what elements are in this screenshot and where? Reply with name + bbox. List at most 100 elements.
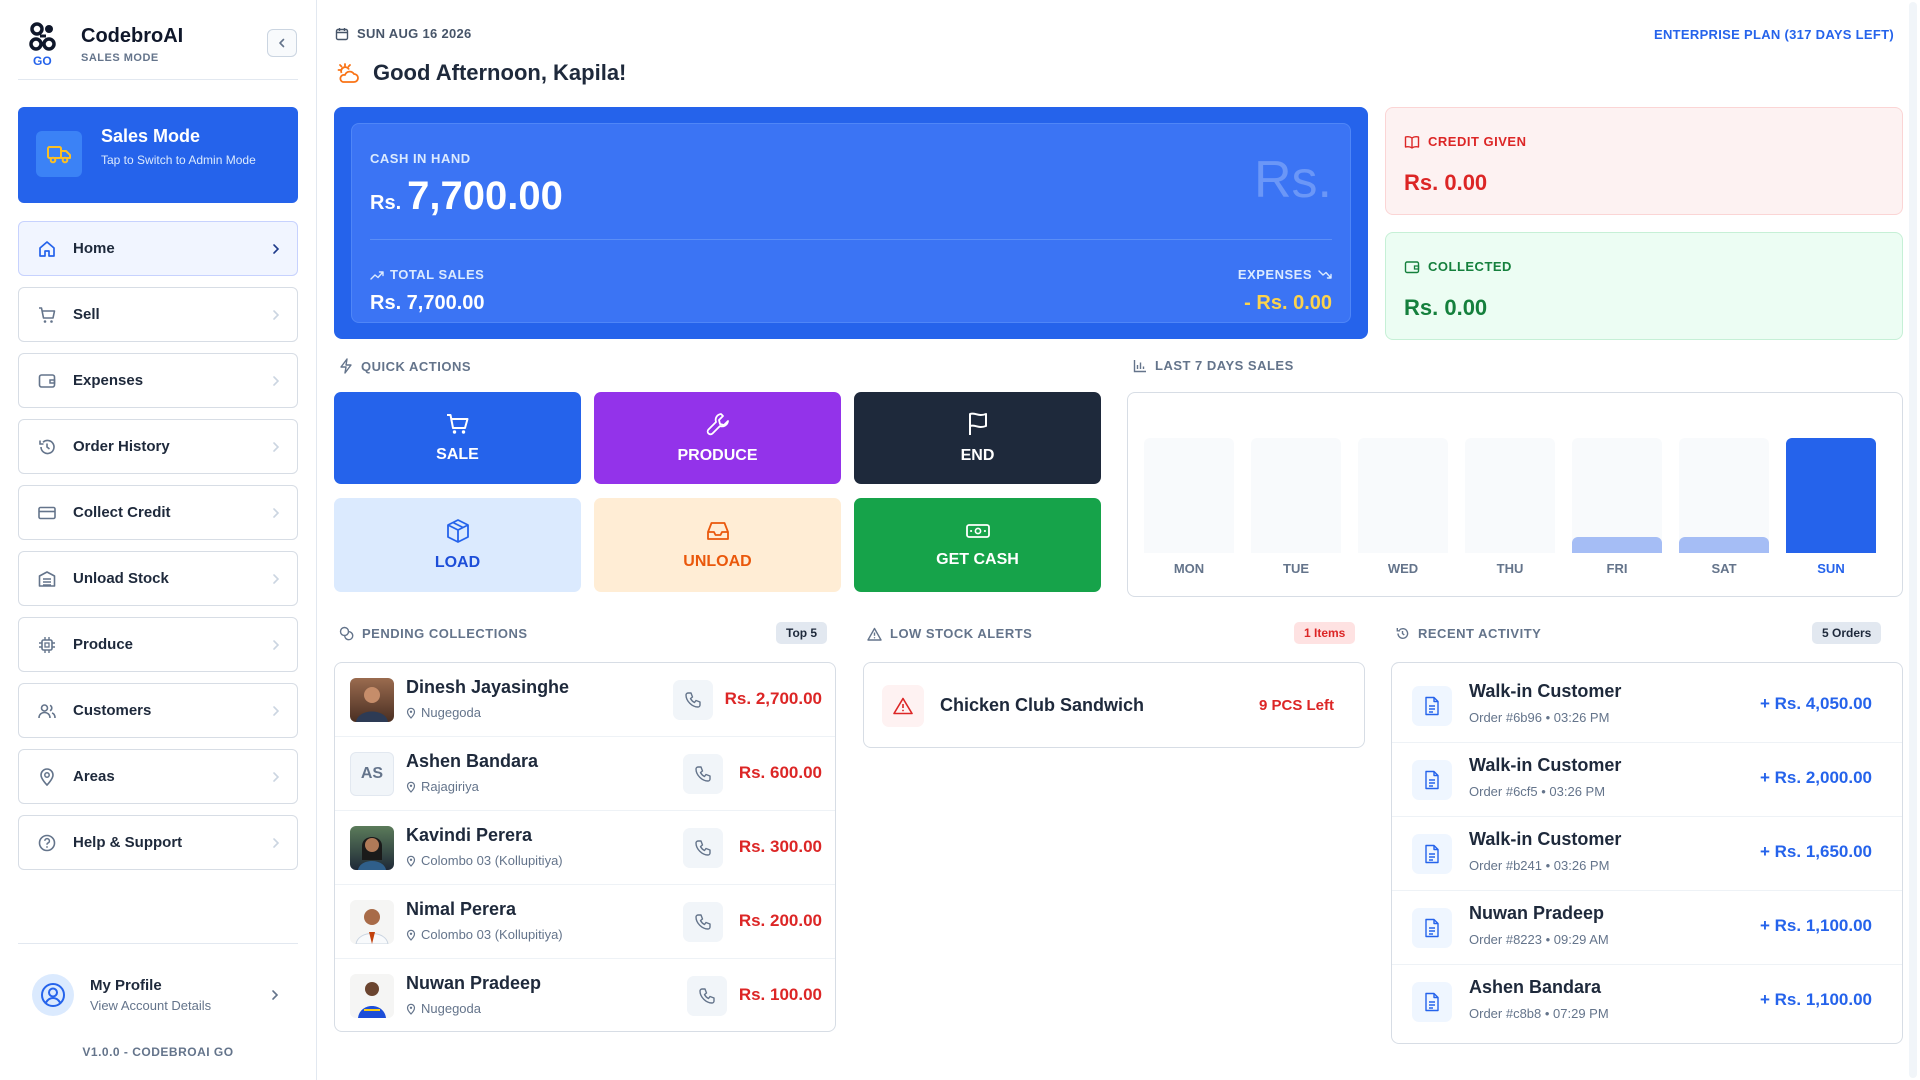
sidebar-item-sell[interactable]: Sell bbox=[18, 287, 298, 342]
sidebar-item-unload-stock[interactable]: Unload Stock bbox=[18, 551, 298, 606]
map-pin-icon bbox=[35, 765, 59, 789]
chip-icon bbox=[35, 633, 59, 657]
recent-activity-list: Walk-in Customer Order #6b96 • 03:26 PM … bbox=[1391, 662, 1903, 1044]
wallet-icon bbox=[1404, 260, 1420, 273]
chevron-right-icon bbox=[273, 705, 280, 716]
end-button[interactable]: END bbox=[854, 392, 1101, 484]
sidebar: GO CodebroAI SALES MODE Sales Mode Tap t… bbox=[0, 0, 317, 1080]
document-icon bbox=[1412, 834, 1452, 874]
greeting-text: Good Afternoon, Kapila! bbox=[373, 60, 627, 85]
history-icon bbox=[35, 435, 59, 459]
sidebar-item-label: Produce bbox=[73, 636, 134, 653]
customer-location-text: Nugegoda bbox=[421, 1001, 481, 1016]
current-date: SUN AUG 16 2026 bbox=[335, 26, 472, 41]
list-item[interactable]: Kavindi Perera Colombo 03 (Kollupitiya) … bbox=[335, 811, 835, 885]
activity-row[interactable]: Walk-in Customer Order #6cf5 • 03:26 PM … bbox=[1392, 743, 1902, 817]
sidebar-item-collect-credit[interactable]: Collect Credit bbox=[18, 485, 298, 540]
low-stock-item[interactable]: Chicken Club Sandwich 9 PCS Left bbox=[863, 662, 1365, 748]
load-button[interactable]: LOAD bbox=[334, 498, 581, 592]
credit-given-card: CREDIT GIVEN Rs. 0.00 bbox=[1385, 107, 1903, 215]
activity-row[interactable]: Ashen Bandara Order #c8b8 • 07:29 PM + R… bbox=[1392, 965, 1902, 1039]
chart-tick-label: MON bbox=[1173, 561, 1205, 576]
book-open-icon bbox=[1404, 135, 1420, 149]
get-cash-button[interactable]: GET CASH bbox=[854, 498, 1101, 592]
avatar bbox=[350, 900, 394, 944]
activity-amount: + Rs. 1,650.00 bbox=[1759, 842, 1872, 861]
sidebar-item-expenses[interactable]: Expenses bbox=[18, 353, 298, 408]
document-icon bbox=[1412, 686, 1452, 726]
activity-row[interactable]: Walk-in Customer Order #6b96 • 03:26 PM … bbox=[1392, 669, 1902, 743]
mode-title: Sales Mode bbox=[101, 126, 201, 146]
list-item[interactable]: Dinesh Jayasinghe Nugegoda Rs. 2,700.00 bbox=[335, 663, 835, 737]
list-item[interactable]: Nimal Perera Colombo 03 (Kollupitiya) Rs… bbox=[335, 885, 835, 959]
collapse-sidebar-button[interactable] bbox=[267, 29, 297, 57]
cash-in-hand-inner: CASH IN HAND Rs. 7,700.00 Rs. TOTAL SALE… bbox=[351, 123, 1351, 323]
phone-icon bbox=[695, 914, 711, 930]
activity-row[interactable]: Nuwan Pradeep Order #8223 • 09:29 AM + R… bbox=[1392, 891, 1902, 965]
profile-button[interactable]: My Profile View Account Details bbox=[18, 960, 298, 1030]
plan-link[interactable]: ENTERPRISE PLAN (317 DAYS LEFT) bbox=[1654, 27, 1894, 42]
phone-icon bbox=[685, 692, 701, 708]
wallet-icon bbox=[35, 369, 59, 393]
chart-tick-label: THU bbox=[1496, 561, 1524, 576]
sidebar-item-label: Unload Stock bbox=[73, 570, 169, 587]
home-icon bbox=[35, 237, 59, 261]
call-button[interactable] bbox=[683, 754, 723, 794]
low-stock-count-badge: 1 Items bbox=[1294, 622, 1356, 644]
coins-icon bbox=[339, 626, 354, 641]
switch-mode-card[interactable]: Sales Mode Tap to Switch to Admin Mode bbox=[18, 107, 298, 203]
credit-given-label: CREDIT GIVEN bbox=[1404, 134, 1526, 149]
document-icon bbox=[1412, 760, 1452, 800]
chart-bar-sun bbox=[1786, 438, 1876, 553]
unload-button[interactable]: UNLOAD bbox=[594, 498, 841, 592]
map-pin-icon bbox=[406, 781, 416, 793]
activity-amount: + Rs. 1,100.00 bbox=[1759, 916, 1872, 935]
phone-icon bbox=[699, 988, 715, 1004]
calendar-icon bbox=[335, 27, 349, 40]
chevron-right-icon bbox=[273, 639, 280, 650]
mode-subtitle: Tap to Switch to Admin Mode bbox=[101, 153, 256, 167]
chevron-right-icon bbox=[273, 573, 280, 584]
call-button[interactable] bbox=[683, 902, 723, 942]
document-icon bbox=[1412, 982, 1452, 1022]
list-item[interactable]: Nuwan Pradeep Nugegoda Rs. 100.00 bbox=[335, 959, 835, 1033]
load-label: LOAD bbox=[434, 554, 481, 571]
collected-value: Rs. 0.00 bbox=[1404, 295, 1488, 320]
warehouse-icon bbox=[35, 567, 59, 591]
map-pin-icon bbox=[406, 855, 416, 867]
unload-label: UNLOAD bbox=[683, 553, 752, 570]
sale-button[interactable]: SALE bbox=[334, 392, 581, 484]
page-scrollbar[interactable] bbox=[1909, 2, 1917, 1078]
call-button[interactable] bbox=[673, 680, 713, 720]
avatar bbox=[350, 678, 394, 722]
pending-amount: Rs. 300.00 bbox=[738, 837, 822, 856]
pending-amount: Rs. 100.00 bbox=[738, 985, 822, 1004]
call-button[interactable] bbox=[683, 828, 723, 868]
date-text: SUN AUG 16 2026 bbox=[357, 26, 472, 41]
pending-count-badge: Top 5 bbox=[776, 622, 828, 644]
chart-tick-label: TUE bbox=[1283, 561, 1309, 576]
sidebar-item-home[interactable]: Home bbox=[18, 221, 298, 276]
wrench-icon bbox=[706, 413, 729, 436]
avatar: AS bbox=[350, 752, 394, 796]
truck-icon bbox=[36, 131, 82, 177]
total-sales-value: Rs. 7,700.00 bbox=[370, 292, 485, 314]
chevron-right-icon bbox=[273, 441, 280, 452]
chevron-left-icon bbox=[279, 38, 285, 48]
sidebar-item-label: Help & Support bbox=[73, 834, 183, 851]
sidebar-item-help-support[interactable]: Help & Support bbox=[18, 815, 298, 870]
list-item[interactable]: AS Ashen Bandara Rajagiriya Rs. 600.00 bbox=[335, 737, 835, 811]
credit-card-icon bbox=[35, 501, 59, 525]
sidebar-item-order-history[interactable]: Order History bbox=[18, 419, 298, 474]
chart-bar-tue bbox=[1251, 438, 1341, 553]
customer-location: Rajagiriya bbox=[406, 779, 479, 794]
brand: GO CodebroAI SALES MODE bbox=[18, 18, 298, 80]
call-button[interactable] bbox=[687, 976, 727, 1016]
avatar-initials: AS bbox=[360, 765, 384, 782]
cash-in-hand-card: CASH IN HAND Rs. 7,700.00 Rs. TOTAL SALE… bbox=[334, 107, 1368, 339]
activity-row[interactable]: Walk-in Customer Order #b241 • 03:26 PM … bbox=[1392, 817, 1902, 891]
sidebar-item-areas[interactable]: Areas bbox=[18, 749, 298, 804]
produce-button[interactable]: PRODUCE bbox=[594, 392, 841, 484]
sidebar-item-produce[interactable]: Produce bbox=[18, 617, 298, 672]
sidebar-item-customers[interactable]: Customers bbox=[18, 683, 298, 738]
